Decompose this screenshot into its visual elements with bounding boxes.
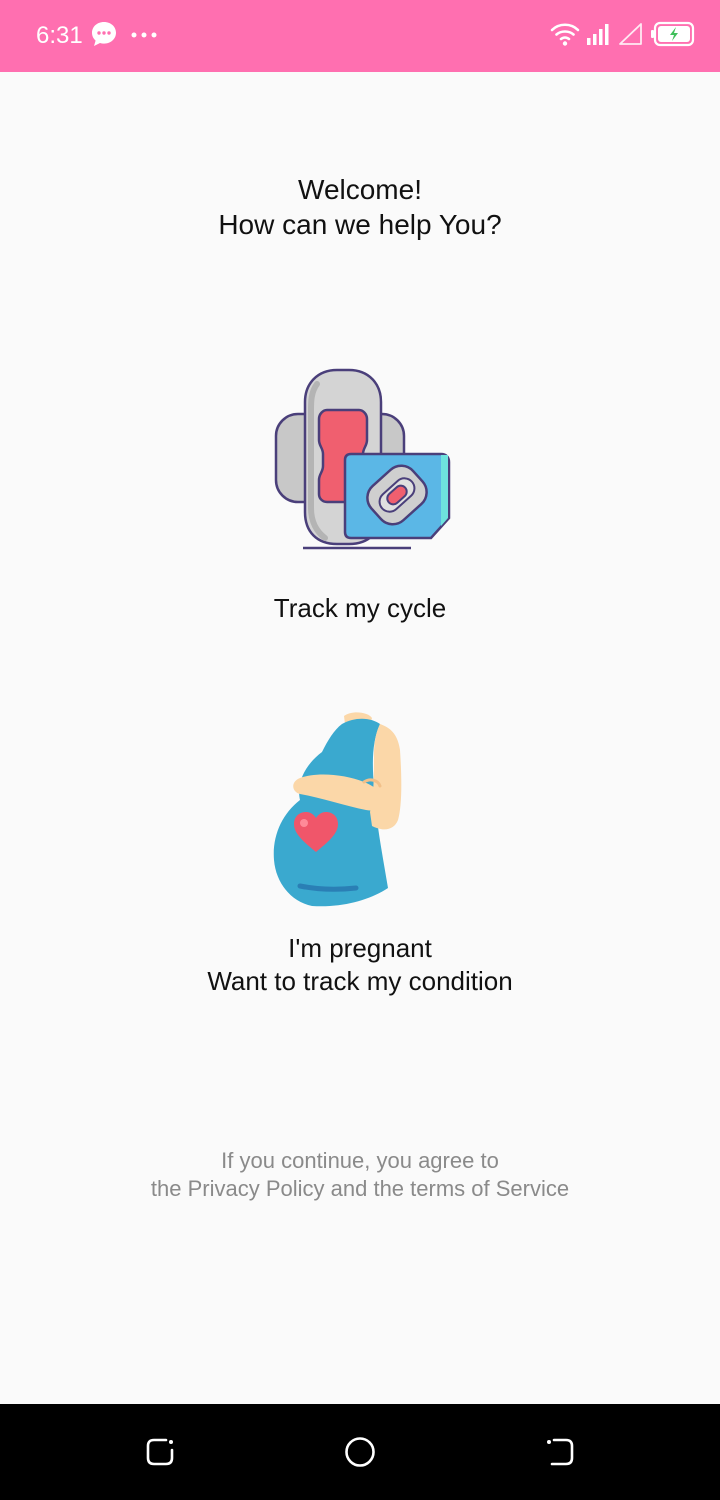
more-dots-icon [130, 27, 158, 45]
home-icon[interactable] [342, 1434, 378, 1470]
status-right-icons [550, 20, 696, 52]
welcome-title: Welcome! [298, 174, 422, 205]
wifi-icon [550, 21, 580, 52]
sanitary-pad-icon [274, 368, 451, 550]
pregnant-label-line1: I'm pregnant [288, 933, 432, 963]
track-cycle-label: Track my cycle [273, 593, 447, 623]
status-bar: 6:31 [0, 0, 720, 72]
pregnant-label: I'm pregnant Want to track my condition [160, 932, 560, 998]
message-icon [90, 20, 118, 53]
welcome-subtitle: How can we help You? [218, 209, 502, 240]
battery-charging-icon [650, 21, 696, 52]
pregnant-label-line2: Want to track my condition [207, 966, 513, 996]
status-left-icons [90, 20, 158, 53]
track-cycle-option[interactable]: Track my cycle [160, 362, 560, 623]
no-sim-signal-icon [618, 22, 644, 51]
terms-line1: If you continue, you agree to [221, 1148, 499, 1173]
signal-icon [586, 22, 612, 51]
pregnant-option[interactable]: I'm pregnant Want to track my condition [160, 702, 560, 1012]
recent-apps-icon[interactable] [142, 1434, 178, 1470]
terms-line2[interactable]: the Privacy Policy and the terms of Serv… [0, 1175, 720, 1203]
welcome-heading: Welcome! How can we help You? [0, 172, 720, 242]
onboarding-screen: Welcome! How can we help You? Track my c [0, 72, 720, 1404]
status-time: 6:31 [36, 22, 83, 49]
terms-notice[interactable]: If you continue, you agree to the Privac… [0, 1147, 720, 1203]
pregnant-woman-icon [273, 712, 402, 907]
navigation-bar [0, 1404, 720, 1500]
back-icon[interactable] [542, 1434, 578, 1470]
